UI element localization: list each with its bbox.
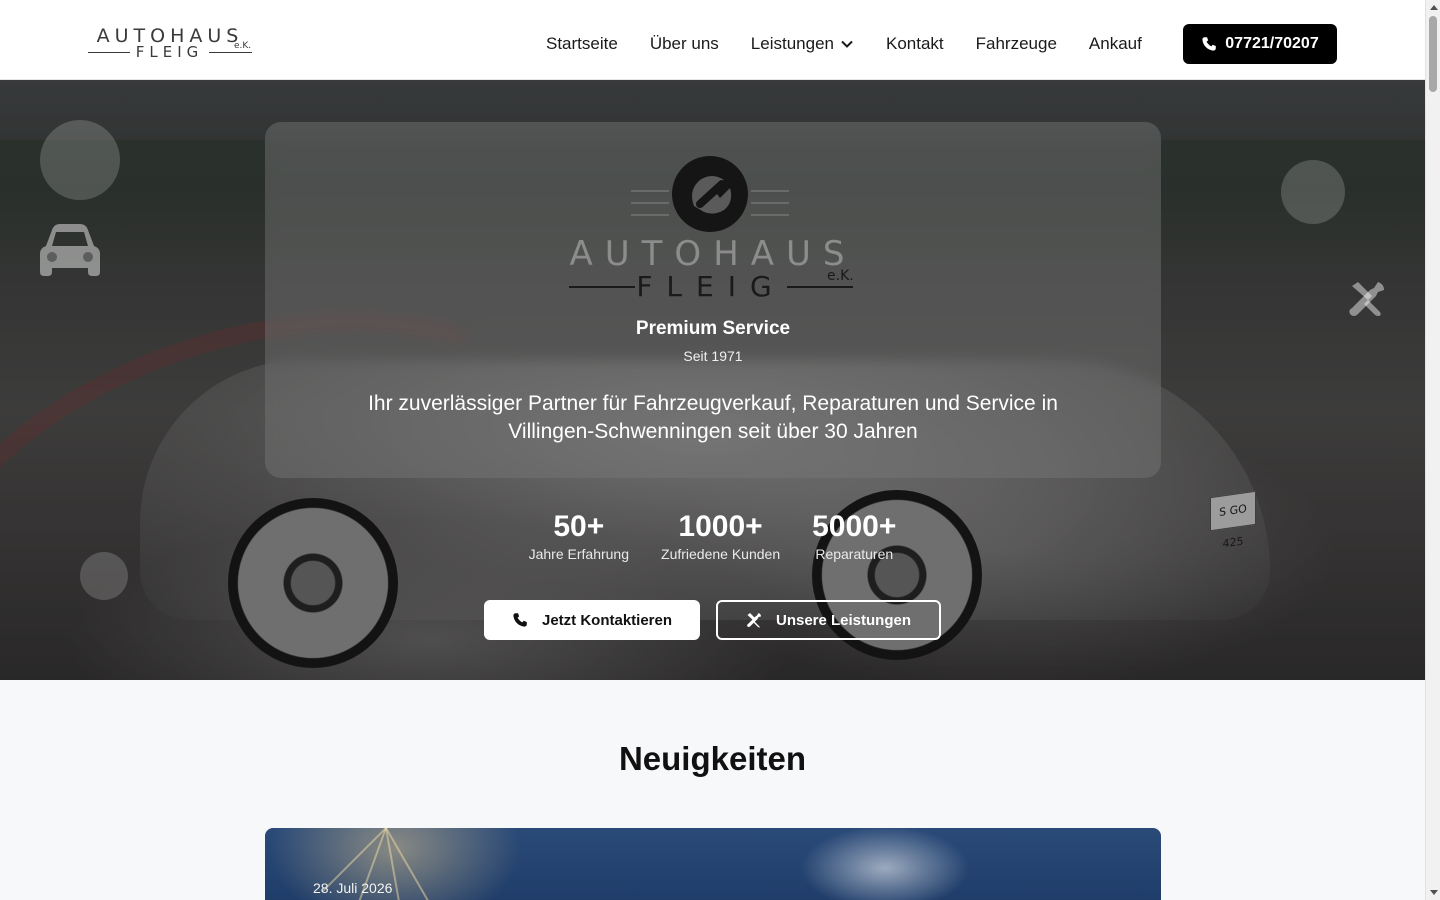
hero-logo-line-right bbox=[787, 286, 853, 288]
nav-startseite[interactable]: Startseite bbox=[546, 34, 618, 54]
tools-icon bbox=[747, 613, 761, 628]
nav-fahrzeuge[interactable]: Fahrzeuge bbox=[976, 34, 1057, 54]
deco-bubble bbox=[40, 120, 120, 200]
hero-tagline: Ihr zuverlässiger Partner für Fahrzeugve… bbox=[368, 392, 1058, 443]
contact-now-button[interactable]: Jetzt Kontaktieren bbox=[484, 600, 700, 640]
hero-card: AUTOHAUS FLEIG e.K. Premium Service Seit… bbox=[265, 122, 1161, 478]
header-phone-button[interactable]: 07721/70207 bbox=[1183, 24, 1337, 64]
site-header: AUTOHAUS FLEIG e.K. Startseite Über uns … bbox=[0, 0, 1425, 80]
nav-label: Über uns bbox=[649, 34, 719, 53]
hero-logo-suffix: e.K. bbox=[827, 268, 854, 284]
page-scrollbar[interactable] bbox=[1425, 0, 1440, 900]
hero-logo-bottom-text: FLEIG bbox=[636, 270, 786, 303]
nav-ankauf[interactable]: Ankauf bbox=[1089, 34, 1142, 54]
hero-logo-line-left bbox=[569, 286, 635, 288]
nav-ueber-uns[interactable]: Über uns bbox=[650, 34, 719, 54]
news-card[interactable]: 28. Juli 2026 bbox=[265, 828, 1161, 900]
hero-logo-top-text: AUTOHAUS bbox=[569, 234, 857, 274]
main-nav: Startseite Über uns Leistungen Kontakt F… bbox=[530, 24, 1158, 64]
our-services-button[interactable]: Unsere Leistungen bbox=[716, 600, 941, 640]
header-logo[interactable]: AUTOHAUS FLEIG e.K. bbox=[88, 26, 252, 62]
nav-label: Leistungen bbox=[750, 34, 834, 53]
hero-logo-bottom-row: FLEIG e.K. bbox=[565, 268, 861, 303]
scrollbar-thumb[interactable] bbox=[1429, 16, 1437, 92]
stat-experience: 50+ Jahre Erfahrung bbox=[529, 508, 629, 562]
wrench-logo-icon bbox=[672, 156, 748, 232]
scroll-down-arrow[interactable] bbox=[1430, 890, 1438, 895]
stat-repairs: 5000+ Reparaturen bbox=[812, 508, 896, 562]
phone-icon bbox=[1202, 37, 1217, 51]
logo-suffix: e.K. bbox=[234, 41, 252, 51]
stat-value: 5000+ bbox=[812, 510, 897, 543]
logo-line-left bbox=[88, 52, 130, 53]
logo-line-right bbox=[209, 52, 252, 53]
logo-stripes-right bbox=[751, 190, 789, 226]
car-icon bbox=[40, 224, 100, 276]
hero-logo: AUTOHAUS FLEIG e.K. bbox=[565, 152, 861, 302]
hero-since-text: Seit 1971 bbox=[683, 348, 743, 364]
news-date: 28. Juli 2026 bbox=[313, 880, 393, 896]
stat-value: 50+ bbox=[553, 510, 605, 543]
logo-bottom-text: FLEIG bbox=[135, 43, 204, 61]
hero-section: S GO 425 AUTOHAUS FLEIG e.K. Premium Ser… bbox=[0, 80, 1425, 680]
stat-label: Reparaturen bbox=[815, 546, 894, 562]
nav-label: Ankauf bbox=[1088, 34, 1142, 53]
tools-icon bbox=[1349, 282, 1384, 316]
hero-stats: 50+ Jahre Erfahrung 1000+ Zufriedene Kun… bbox=[0, 508, 1425, 562]
our-services-label: Unsere Leistungen bbox=[775, 611, 912, 629]
news-heading: Neuigkeiten bbox=[618, 740, 807, 777]
nav-kontakt[interactable]: Kontakt bbox=[886, 34, 944, 54]
nav-label: Fahrzeuge bbox=[975, 34, 1057, 53]
chevron-down-icon bbox=[841, 40, 853, 48]
stat-customers: 1000+ Zufriedene Kunden bbox=[661, 508, 780, 562]
logo-stripes-left bbox=[631, 190, 669, 226]
stat-label: Zufriedene Kunden bbox=[661, 546, 781, 562]
hero-cta-group: Jetzt Kontaktieren Unsere Leistungen bbox=[0, 600, 1425, 640]
nav-label: Kontakt bbox=[885, 34, 944, 53]
nav-label: Startseite bbox=[546, 34, 618, 53]
logo-bottom-row: FLEIG e.K. bbox=[88, 41, 252, 61]
phone-number: 07721/70207 bbox=[1225, 35, 1319, 52]
stat-label: Jahre Erfahrung bbox=[528, 546, 630, 562]
scroll-up-arrow[interactable] bbox=[1430, 5, 1438, 10]
hero-premium-heading: Premium Service bbox=[635, 318, 791, 339]
nav-leistungen[interactable]: Leistungen bbox=[751, 34, 854, 54]
deco-bubble bbox=[1281, 160, 1345, 224]
stat-value: 1000+ bbox=[678, 510, 763, 543]
contact-now-label: Jetzt Kontaktieren bbox=[541, 611, 673, 629]
phone-icon bbox=[513, 613, 527, 627]
